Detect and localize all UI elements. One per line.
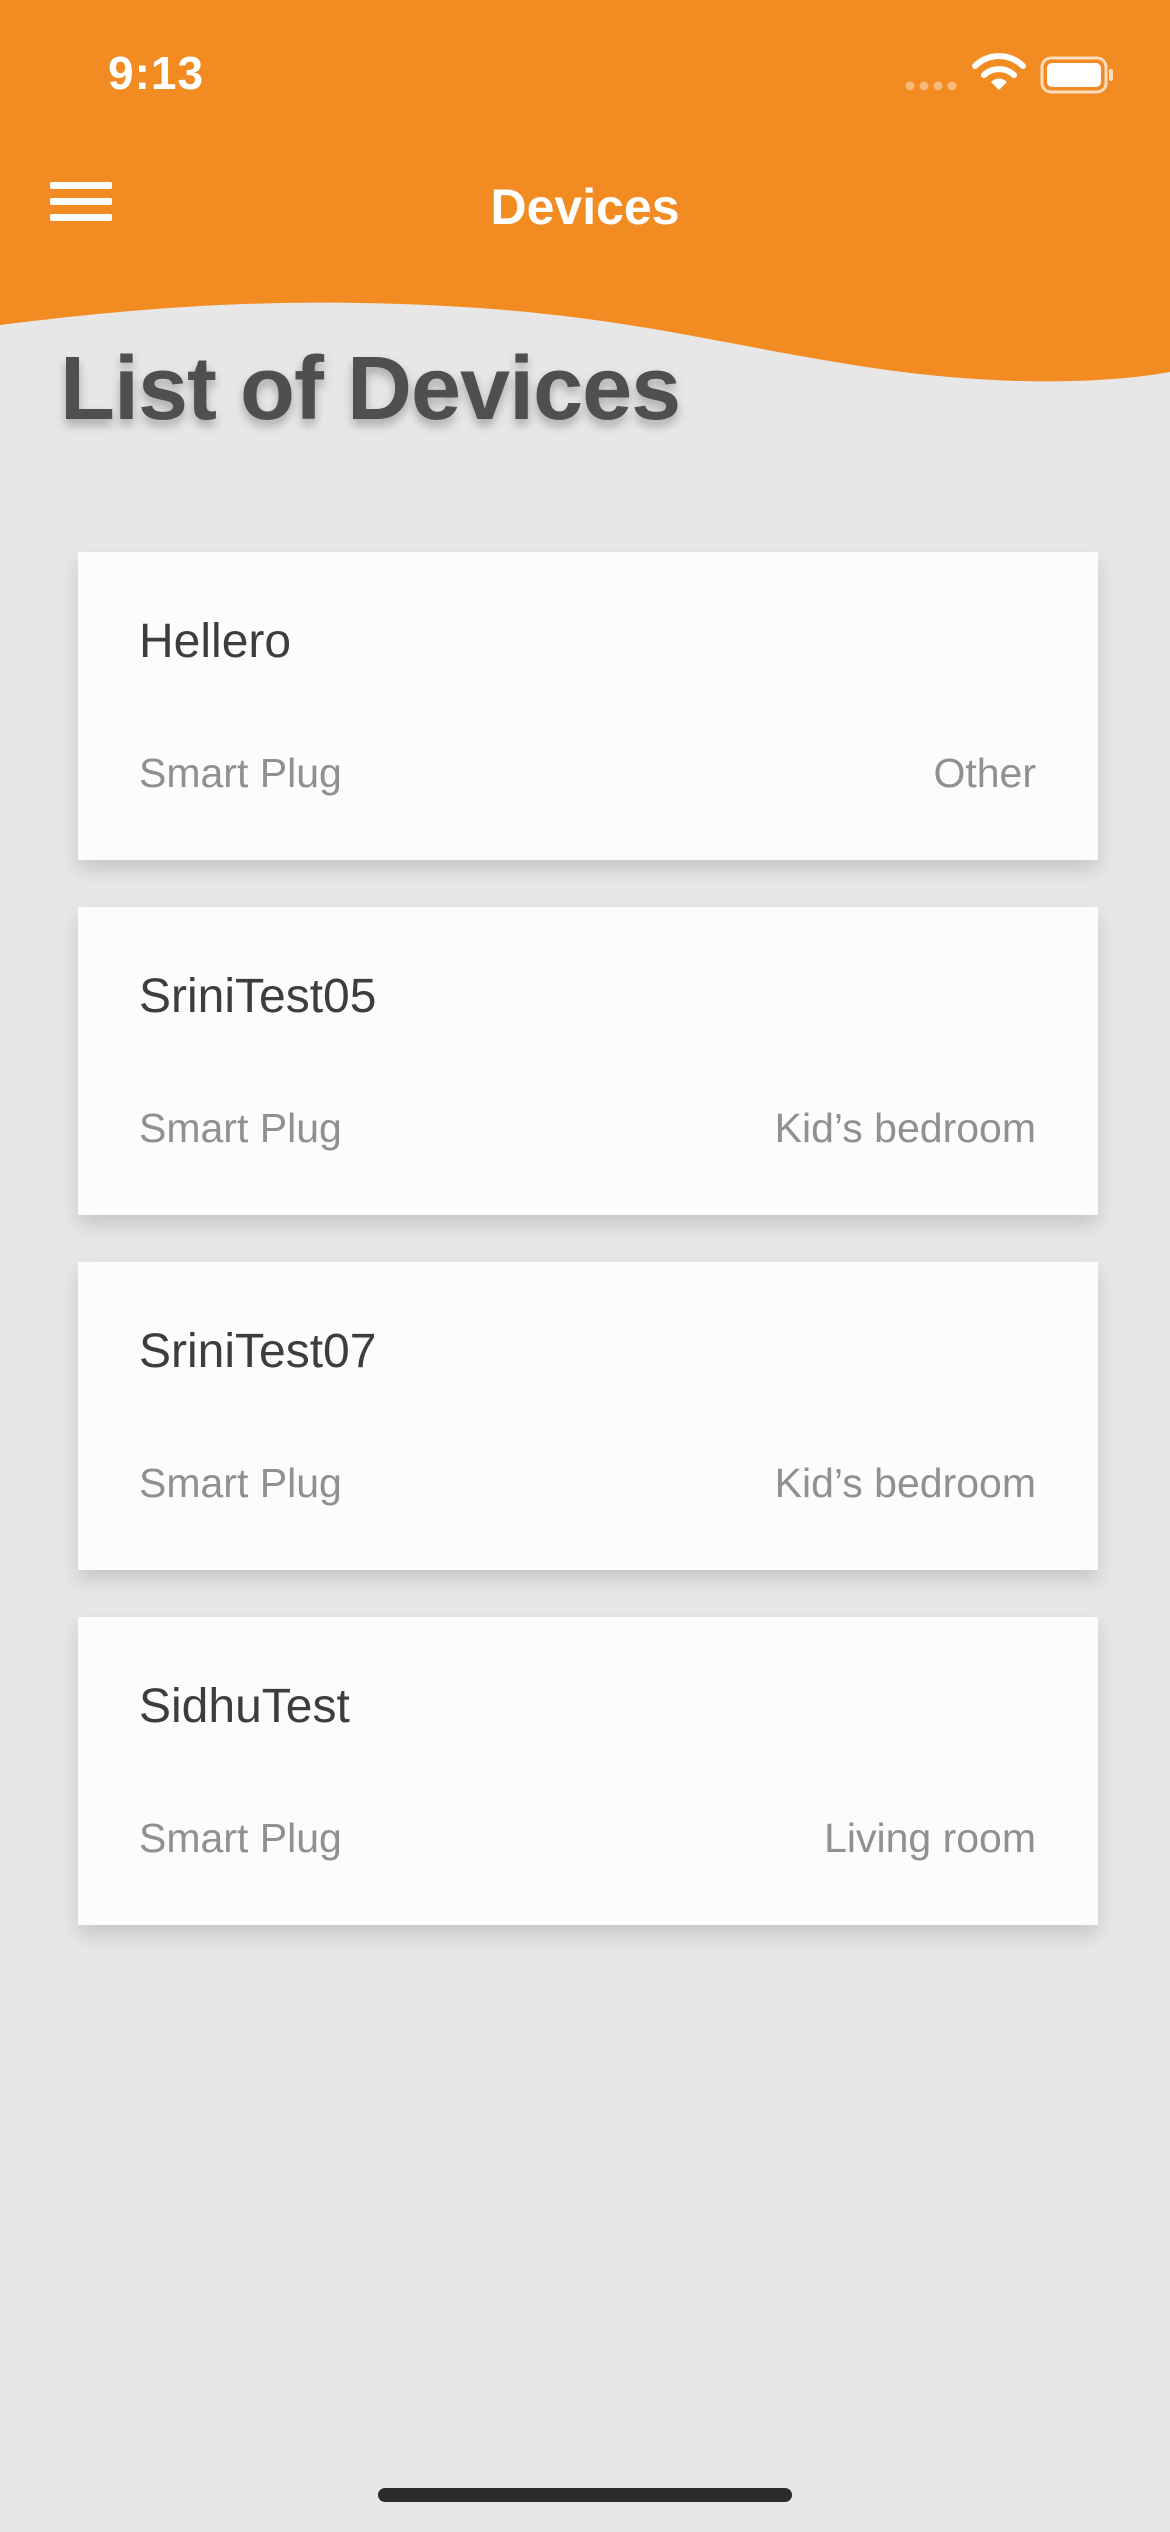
device-name: SriniTest07 xyxy=(139,1325,377,1378)
device-room: Kid’s bedroom xyxy=(774,1105,1036,1151)
device-type: Smart Plug xyxy=(139,750,342,796)
device-room: Living room xyxy=(824,1815,1036,1861)
cellular-signal-icon xyxy=(905,81,957,91)
battery-icon xyxy=(1040,56,1113,94)
device-card[interactable]: Hellero Smart Plug Other xyxy=(78,552,1098,860)
device-type: Smart Plug xyxy=(139,1460,342,1506)
device-type: Smart Plug xyxy=(139,1815,342,1861)
device-room: Other xyxy=(933,750,1036,796)
page-title: List of Devices xyxy=(60,339,681,439)
header-bar: 9:13 Devices xyxy=(0,0,1170,390)
device-name: SidhuTest xyxy=(139,1680,350,1733)
wifi-icon xyxy=(972,53,1026,90)
device-card[interactable]: SriniTest07 Smart Plug Kid’s bedroom xyxy=(78,1262,1098,1570)
device-room: Kid’s bedroom xyxy=(774,1460,1036,1506)
device-name: Hellero xyxy=(139,615,292,668)
nav-title: Devices xyxy=(490,179,680,235)
device-list: Hellero Smart Plug Other SriniTest05 Sma… xyxy=(78,552,1098,1972)
status-bar-time: 9:13 xyxy=(108,47,205,99)
device-card[interactable]: SidhuTest Smart Plug Living room xyxy=(78,1617,1098,1925)
device-card[interactable]: SriniTest05 Smart Plug Kid’s bedroom xyxy=(78,907,1098,1215)
home-indicator[interactable] xyxy=(378,2488,792,2502)
device-name: SriniTest05 xyxy=(139,970,377,1023)
device-type: Smart Plug xyxy=(139,1105,342,1151)
